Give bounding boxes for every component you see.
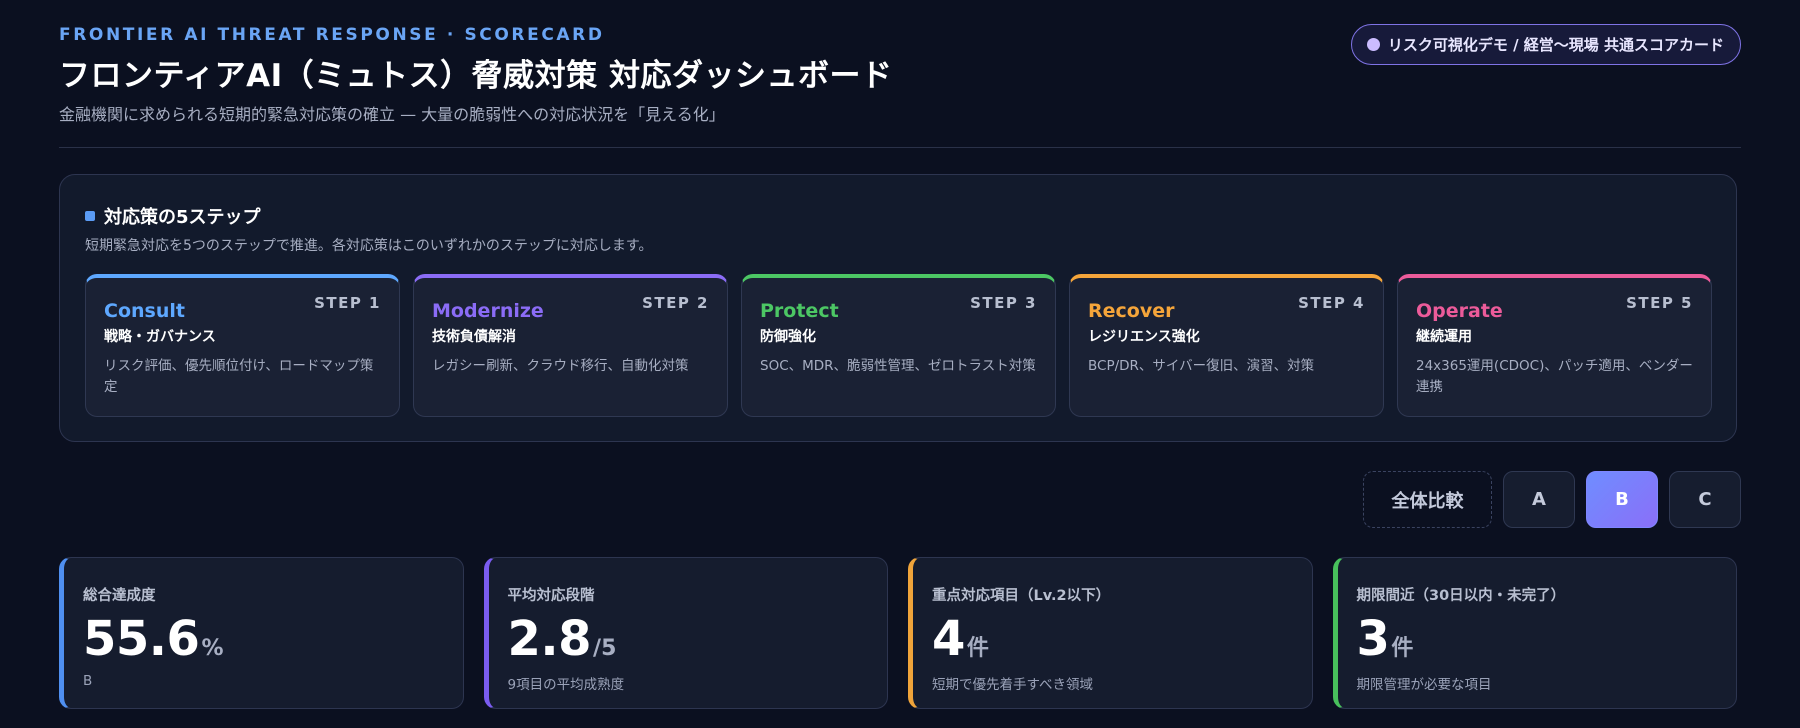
kpi-note: 短期で優先着手すべき領域	[932, 677, 1094, 693]
steps-heading-label: 対応策の5ステップ	[104, 207, 261, 228]
kpi-value-row: 3 件	[1357, 611, 1737, 667]
step-card-modernize: Modernize STEP 2 技術負債解消 レガシー刷新、クラウド移行、自動…	[413, 274, 728, 417]
step-detail: 24x365運用(CDOC)、パッチ適用、ベンダー連携	[1416, 358, 1693, 395]
step-detail: リスク評価、優先順位付け、ロードマップ策定	[104, 358, 374, 395]
kpi-card-deadline-approaching: 期限間近（30日以内・未完了） 3 件 期限管理が必要な項目	[1332, 557, 1737, 709]
step-detail: レガシー刷新、クラウド移行、自動化対策	[432, 358, 689, 374]
kpi-card-overall-achievement: 総合達成度 55.6 % B	[59, 557, 464, 709]
kpi-value-row: 4 件	[932, 611, 1312, 667]
kpi-label: 重点対応項目（Lv.2以下）	[932, 588, 1111, 604]
kpi-value: 2.8	[507, 611, 592, 667]
step-card-consult: Consult STEP 1 戦略・ガバナンス リスク評価、優先順位付け、ロード…	[85, 274, 400, 417]
kpi-value: 55.6	[83, 611, 200, 667]
kpi-note: 期限管理が必要な項目	[1356, 677, 1492, 693]
compare-all-button[interactable]: 全体比較	[1363, 471, 1492, 528]
step-subtitle: 技術負債解消	[432, 329, 516, 345]
kpi-value: 3	[1356, 611, 1390, 667]
kpi-value: 4	[932, 611, 965, 667]
step-number: STEP 2	[642, 294, 709, 312]
filter-a-button[interactable]: A	[1503, 471, 1575, 528]
step-subtitle: 継続運用	[1416, 329, 1472, 345]
kpi-label: 期限間近（30日以内・未完了）	[1356, 588, 1566, 604]
steps-heading: 対応策の5ステップ	[85, 203, 261, 229]
step-detail: SOC、MDR、脆弱性管理、ゼロトラスト対策	[760, 358, 1036, 374]
kpi-note: 9項目の平均成熟度	[507, 677, 625, 693]
kpi-value-row: 2.8 /5	[508, 611, 888, 667]
step-card-list: Consult STEP 1 戦略・ガバナンス リスク評価、優先順位付け、ロード…	[85, 274, 1712, 417]
heading-marker-icon	[85, 211, 95, 221]
step-subtitle: 戦略・ガバナンス	[104, 329, 216, 345]
kpi-unit: 件	[1391, 636, 1414, 661]
step-detail: BCP/DR、サイバー復旧、演習、対策	[1088, 358, 1315, 374]
page-title: フロンティアAI（ミュトス）脅威対策 対応ダッシュボード	[59, 58, 893, 94]
kpi-card-priority-items: 重点対応項目（Lv.2以下） 4 件 短期で優先着手すべき領域	[908, 557, 1313, 709]
page-header: FRONTIER AI THREAT RESPONSE · SCORECARD …	[59, 0, 1741, 148]
step-number: STEP 1	[314, 294, 381, 312]
demo-badge: リスク可視化デモ / 経営〜現場 共通スコアカード	[1350, 24, 1741, 65]
kpi-card-list: 総合達成度 55.6 % B 平均対応段階 2.8 /5 9項目の平均成熟度 重…	[59, 557, 1737, 709]
badge-dot-icon	[1366, 38, 1380, 51]
kpi-note: B	[83, 673, 93, 689]
step-card-recover: Recover STEP 4 レジリエンス強化 BCP/DR、サイバー復旧、演習…	[1069, 274, 1384, 417]
steps-panel: 対応策の5ステップ 短期緊急対応を5つのステップで推進。各対応策はこのいずれかの…	[59, 174, 1737, 442]
steps-description: 短期緊急対応を5つのステップで推進。各対応策はこのいずれかのステップに対応します…	[85, 238, 653, 254]
kpi-unit: /5	[593, 636, 617, 661]
step-subtitle: 防御強化	[760, 329, 816, 345]
header-eyebrow: FRONTIER AI THREAT RESPONSE · SCORECARD	[59, 25, 605, 45]
step-number: STEP 3	[970, 294, 1037, 312]
step-number: STEP 4	[1298, 294, 1365, 312]
kpi-unit: %	[201, 636, 224, 661]
demo-badge-label: リスク可視化デモ / 経営〜現場 共通スコアカード	[1387, 36, 1724, 54]
filter-b-button[interactable]: B	[1586, 471, 1658, 528]
filter-c-button[interactable]: C	[1669, 471, 1741, 528]
step-subtitle: レジリエンス強化	[1088, 329, 1200, 345]
step-number: STEP 5	[1626, 294, 1693, 312]
kpi-value-row: 55.6 %	[83, 611, 463, 667]
kpi-unit: 件	[966, 636, 989, 661]
step-card-operate: Operate STEP 5 継続運用 24x365運用(CDOC)、パッチ適用…	[1397, 274, 1712, 417]
kpi-label: 総合達成度	[83, 588, 156, 604]
kpi-label: 平均対応段階	[507, 588, 595, 604]
kpi-card-average-stage: 平均対応段階 2.8 /5 9項目の平均成熟度	[483, 557, 888, 709]
step-card-protect: Protect STEP 3 防御強化 SOC、MDR、脆弱性管理、ゼロトラスト…	[741, 274, 1056, 417]
page-subtitle: 金融機関に求められる短期的緊急対応策の確立 — 大量の脆弱性への対応状況を「見え…	[59, 105, 725, 124]
company-filter-group: 全体比較 A B C	[1363, 471, 1741, 528]
